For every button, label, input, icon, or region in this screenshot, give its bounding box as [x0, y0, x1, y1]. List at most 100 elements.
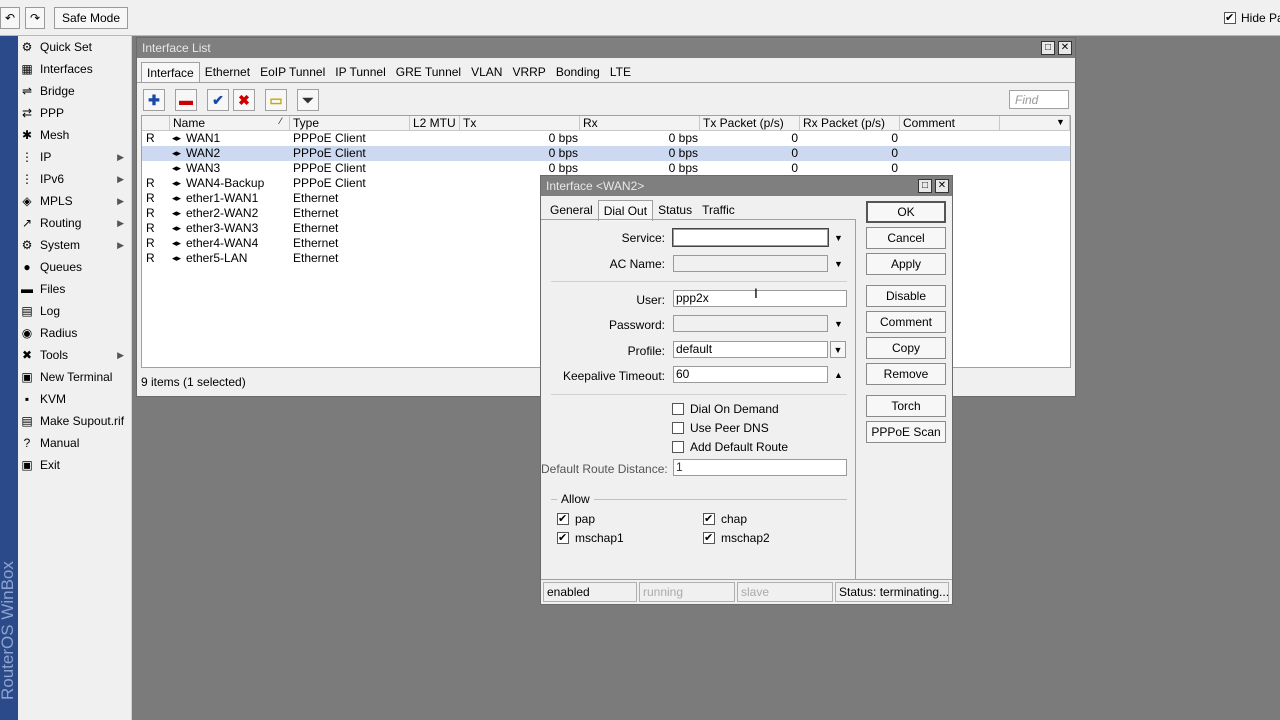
- checkbox[interactable]: [672, 441, 684, 453]
- allow-mschap2[interactable]: mschap2: [703, 531, 770, 545]
- enable-icon[interactable]: ✔: [207, 89, 229, 111]
- remove-icon[interactable]: ▬: [175, 89, 197, 111]
- dialog-tab-status[interactable]: Status: [653, 200, 697, 221]
- remove-button[interactable]: Remove: [866, 363, 946, 385]
- sidebar-item-ip[interactable]: ⋮ IP ▶: [20, 146, 130, 168]
- tab-ip-tunnel[interactable]: IP Tunnel: [330, 62, 390, 83]
- hide-passwords-check-icon[interactable]: [1224, 11, 1236, 25]
- copy-button[interactable]: Copy: [866, 337, 946, 359]
- option-add-default-route[interactable]: Add Default Route: [672, 440, 788, 454]
- sidebar-item-log[interactable]: ▤ Log: [20, 300, 130, 322]
- interface-list-titlebar[interactable]: Interface List □ ✕: [137, 38, 1075, 58]
- sidebar-item-bridge[interactable]: ⇌ Bridge: [20, 80, 130, 102]
- table-row[interactable]: ◂▸ R WAN1 PPPoE Client 0 bps 0 bps 0 0: [142, 131, 1070, 146]
- ac-name-dropdown-icon[interactable]: ▼: [834, 259, 843, 269]
- tab-bonding[interactable]: Bonding: [551, 62, 605, 83]
- allow-mschap1[interactable]: mschap1: [557, 531, 624, 545]
- checkbox[interactable]: [672, 422, 684, 434]
- sidebar-item-interfaces[interactable]: ▦ Interfaces: [20, 58, 130, 80]
- column-header-type[interactable]: Type: [290, 116, 410, 131]
- comment-icon[interactable]: ▭: [265, 89, 287, 111]
- sidebar-item-tools[interactable]: ✖ Tools ▶: [20, 344, 130, 366]
- sidebar-item-ppp[interactable]: ⇄ PPP: [20, 102, 130, 124]
- find-input[interactable]: Find: [1009, 90, 1069, 109]
- sidebar-item-system[interactable]: ⚙ System ▶: [20, 234, 130, 256]
- maximize-icon[interactable]: □: [1041, 41, 1055, 55]
- safe-mode-button[interactable]: Safe Mode: [54, 7, 128, 29]
- table-row[interactable]: ◂▸ WAN2 PPPoE Client 0 bps 0 bps 0 0: [142, 146, 1070, 161]
- sidebar-item-exit[interactable]: ▣ Exit: [20, 454, 130, 476]
- checkbox[interactable]: [703, 531, 715, 545]
- sidebar-item-ipv6[interactable]: ⋮ IPv6 ▶: [20, 168, 130, 190]
- column-header-comment[interactable]: Comment: [900, 116, 1000, 131]
- sidebar-item-quick-set[interactable]: ⚙ Quick Set: [20, 36, 130, 58]
- dialog-titlebar[interactable]: Interface <WAN2> □ ✕: [541, 176, 952, 196]
- allow-chap[interactable]: chap: [703, 512, 747, 526]
- checkbox[interactable]: [557, 531, 569, 545]
- disable-icon[interactable]: ✖: [233, 89, 255, 111]
- undo-icon[interactable]: ↶: [0, 7, 20, 29]
- checkbox[interactable]: [557, 512, 569, 526]
- password-field[interactable]: [673, 315, 828, 332]
- allow-pap[interactable]: pap: [557, 512, 595, 526]
- ok-button[interactable]: OK: [866, 201, 946, 223]
- tab-interface[interactable]: Interface: [141, 62, 200, 83]
- sidebar-item-radius[interactable]: ◉ Radius: [20, 322, 130, 344]
- dialog-tab-traffic[interactable]: Traffic: [697, 200, 740, 221]
- ac-name-field[interactable]: [673, 255, 828, 272]
- filter-icon[interactable]: ⏷: [297, 89, 319, 111]
- comment-button[interactable]: Comment: [866, 311, 946, 333]
- sidebar-item-files[interactable]: ▬ Files: [20, 278, 130, 300]
- profile-field[interactable]: default: [673, 341, 828, 358]
- tab-vrrp[interactable]: VRRP: [507, 62, 550, 83]
- column-header-rx[interactable]: Rx: [580, 116, 700, 131]
- column-menu-icon[interactable]: ▼: [1056, 117, 1065, 127]
- sidebar-item-queues[interactable]: ● Queues: [20, 256, 130, 278]
- tab-eoip-tunnel[interactable]: EoIP Tunnel: [255, 62, 330, 83]
- column-header-rx-packet[interactable]: Rx Packet (p/s): [800, 116, 900, 131]
- sidebar-item-routing[interactable]: ↗ Routing ▶: [20, 212, 130, 234]
- table-row[interactable]: ◂▸ WAN3 PPPoE Client 0 bps 0 bps 0 0: [142, 161, 1070, 176]
- sidebar-item-make-supout-rif[interactable]: ▤ Make Supout.rif: [20, 410, 130, 432]
- disable-button[interactable]: Disable: [866, 285, 946, 307]
- tab-vlan[interactable]: VLAN: [466, 62, 507, 83]
- dialog-maximize-icon[interactable]: □: [918, 179, 932, 193]
- column-header-l2mtu[interactable]: L2 MTU: [410, 116, 460, 131]
- tab-ethernet[interactable]: Ethernet: [200, 62, 255, 83]
- profile-select-icon[interactable]: ▼: [830, 341, 846, 358]
- redo-icon[interactable]: ↷: [25, 7, 45, 29]
- cancel-button[interactable]: Cancel: [866, 227, 946, 249]
- close-icon[interactable]: ✕: [1058, 41, 1072, 55]
- dialog-tab-general[interactable]: General: [545, 200, 598, 221]
- checkbox[interactable]: [672, 403, 684, 415]
- service-dropdown-icon[interactable]: ▼: [834, 233, 843, 243]
- sidebar-item-mesh[interactable]: ✱ Mesh: [20, 124, 130, 146]
- keepalive-field[interactable]: 60: [673, 366, 828, 383]
- keepalive-collapse-icon[interactable]: ▲: [834, 370, 843, 380]
- add-icon[interactable]: ✚: [143, 89, 165, 111]
- option-use-peer-dns[interactable]: Use Peer DNS: [672, 421, 769, 435]
- hide-passwords-checkbox[interactable]: Hide Pa: [1224, 11, 1280, 25]
- tab-gre-tunnel[interactable]: GRE Tunnel: [391, 62, 466, 83]
- dialog-close-icon[interactable]: ✕: [935, 179, 949, 193]
- service-field[interactable]: [672, 228, 829, 247]
- sidebar-item-manual[interactable]: ? Manual: [20, 432, 130, 454]
- torch-button[interactable]: Torch: [866, 395, 946, 417]
- option-dial-on-demand[interactable]: Dial On Demand: [672, 402, 779, 416]
- checkbox[interactable]: [703, 512, 715, 526]
- apply-button[interactable]: Apply: [866, 253, 946, 275]
- pppoe-scan-button[interactable]: PPPoE Scan: [866, 421, 946, 443]
- sidebar-item-kvm[interactable]: ▪ KVM: [20, 388, 130, 410]
- sidebar-item-label: Tools: [40, 348, 69, 362]
- password-dropdown-icon[interactable]: ▼: [834, 319, 843, 329]
- dialog-tab-dial-out[interactable]: Dial Out: [597, 200, 654, 221]
- flag-column-header[interactable]: [142, 116, 170, 131]
- column-header-tx-packet[interactable]: Tx Packet (p/s): [700, 116, 800, 131]
- tab-lte[interactable]: LTE: [605, 62, 636, 83]
- route-distance-field[interactable]: 1: [673, 459, 847, 476]
- sidebar-item-mpls[interactable]: ◈ MPLS ▶: [20, 190, 130, 212]
- column-header-name[interactable]: Name: [170, 116, 290, 131]
- user-field[interactable]: ppp2x: [673, 290, 847, 307]
- column-header-tx[interactable]: Tx: [460, 116, 580, 131]
- sidebar-item-new-terminal[interactable]: ▣ New Terminal: [20, 366, 130, 388]
